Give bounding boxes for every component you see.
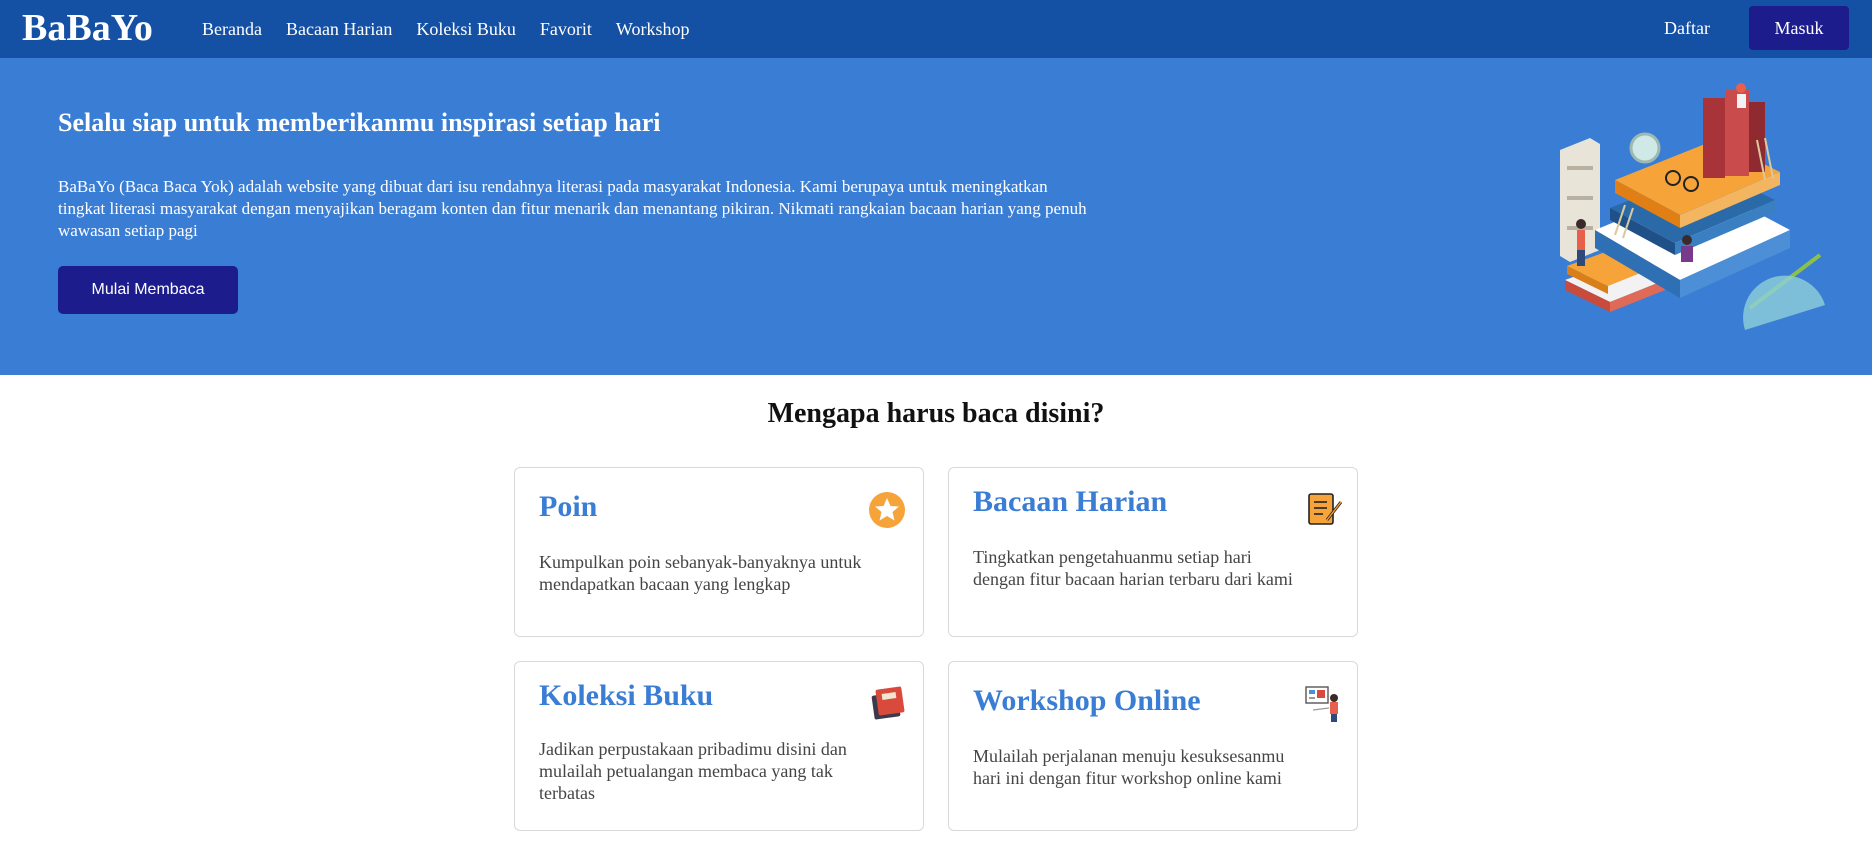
nav-link-workshop[interactable]: Workshop: [616, 19, 690, 40]
card-title: Workshop Online: [973, 684, 1201, 717]
card-description: Mulailah perjalanan menuju kesuksesanmu …: [973, 746, 1285, 788]
nav-links: Beranda Bacaan Harian Koleksi Buku Favor…: [202, 0, 713, 58]
books-stack-illustration: [1560, 83, 1825, 330]
hero-title: Selalu siap untuk memberikanmu inspirasi…: [58, 108, 661, 137]
feature-card-workshop-online[interactable]: Workshop Online Mulailah perjalanan menu…: [948, 661, 1358, 831]
navbar: BaBaYo Beranda Bacaan Harian Koleksi Buk…: [0, 0, 1872, 58]
card-description: Jadikan perpustakaan pribadimu disini da…: [539, 739, 847, 803]
login-button[interactable]: Masuk: [1749, 6, 1849, 50]
star-badge-icon: [869, 492, 905, 528]
presentation-icon: [1305, 686, 1338, 722]
section-title: Mengapa harus baca disini?: [767, 398, 1105, 429]
document-pen-icon: [1308, 493, 1343, 525]
card-title: Koleksi Buku: [539, 679, 714, 712]
nav-link-bacaan-harian[interactable]: Bacaan Harian: [286, 19, 392, 40]
hero-description: BaBaYo (Baca Baca Yok) adalah website ya…: [58, 177, 1087, 240]
books-icon: [871, 686, 905, 720]
start-reading-button[interactable]: Mulai Membaca: [58, 266, 238, 314]
nav-link-beranda[interactable]: Beranda: [202, 19, 262, 40]
card-title: Poin: [539, 490, 598, 523]
hero-banner: Selalu siap untuk memberikanmu inspirasi…: [0, 58, 1872, 375]
card-description: Tingkatkan pengetahuanmu setiap hari den…: [973, 547, 1293, 589]
feature-card-bacaan-harian[interactable]: Bacaan Harian Tingkatkan pengetahuanmu s…: [948, 467, 1358, 637]
register-link[interactable]: Daftar: [1664, 18, 1710, 39]
brand-logo[interactable]: BaBaYo: [22, 6, 153, 50]
card-description: Kumpulkan poin sebanyak-banyaknya untuk …: [539, 552, 862, 594]
nav-link-favorit[interactable]: Favorit: [540, 19, 592, 40]
feature-card-koleksi-buku[interactable]: Koleksi Buku Jadikan perpustakaan pribad…: [514, 661, 924, 831]
nav-link-koleksi-buku[interactable]: Koleksi Buku: [416, 19, 516, 40]
card-title: Bacaan Harian: [973, 485, 1168, 518]
feature-card-poin[interactable]: Poin Kumpulkan poin sebanyak-banyaknya u…: [514, 467, 924, 637]
